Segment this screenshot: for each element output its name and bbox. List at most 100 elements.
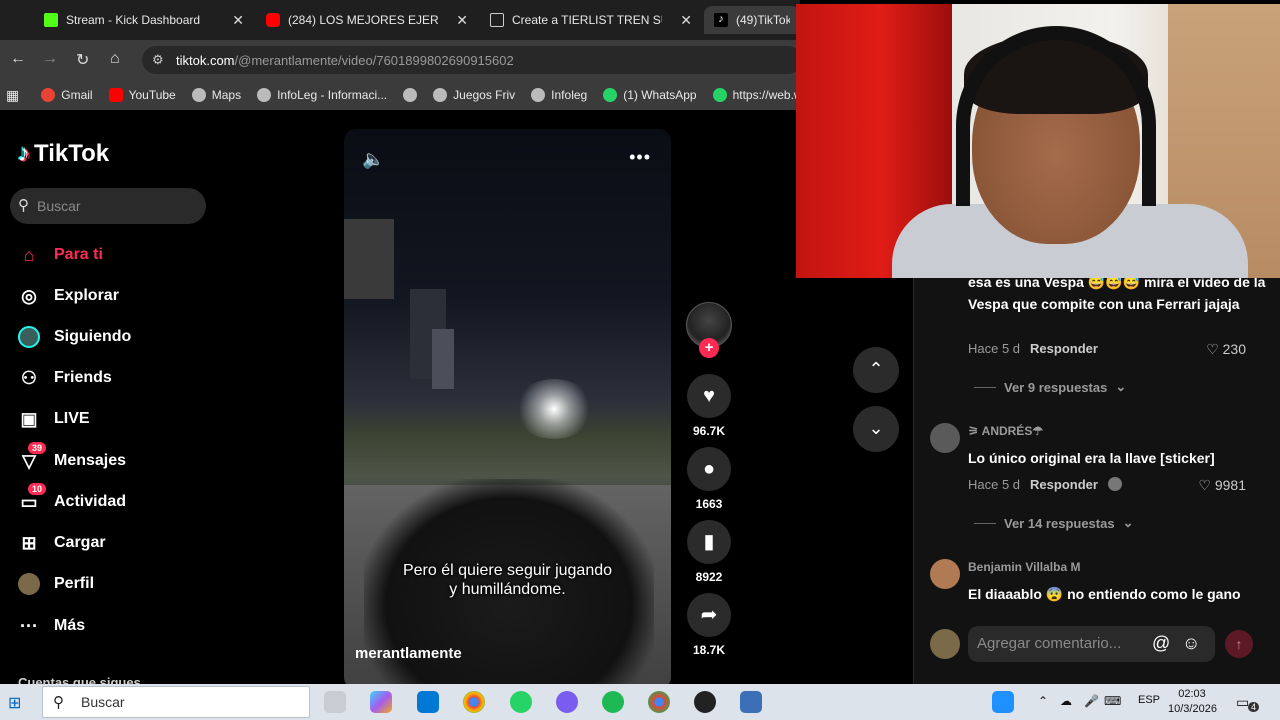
apps-grid-icon[interactable]: ▦ bbox=[6, 87, 19, 104]
tiktok-logo[interactable]: ♪ TikTok bbox=[18, 140, 109, 168]
previous-video-button[interactable]: ⌃ bbox=[853, 347, 899, 393]
chrome-icon[interactable] bbox=[463, 691, 485, 713]
task-view-icon[interactable] bbox=[324, 691, 346, 713]
address-bar[interactable]: ⚙ tiktok.com/@merantlamente/video/760189… bbox=[142, 46, 802, 74]
next-video-button[interactable]: ⌄ bbox=[853, 406, 899, 452]
language-indicator[interactable]: ESP bbox=[1138, 694, 1160, 706]
sidebar-item-live[interactable]: ▣ LIVE bbox=[18, 408, 89, 430]
tab-kick-dashboard[interactable]: Stream - Kick Dashboard ✕ bbox=[34, 6, 250, 34]
site-info-icon[interactable]: ⚙ bbox=[152, 52, 164, 68]
sidebar-item-cargar[interactable]: ⊞ Cargar bbox=[18, 532, 105, 554]
kick-icon bbox=[44, 13, 58, 27]
microphone-icon[interactable]: 🎤 bbox=[1084, 694, 1099, 708]
sidebar-item-perfil[interactable]: Perfil bbox=[18, 573, 94, 595]
video-editor-icon[interactable] bbox=[740, 691, 762, 713]
close-tab-icon[interactable]: ✕ bbox=[680, 12, 692, 29]
sidebar-item-para-ti[interactable]: ⌂ Para ti bbox=[18, 244, 103, 266]
youtube-icon bbox=[108, 88, 123, 102]
tab-tiktok[interactable]: ♪ (49)TikTok - bbox=[704, 6, 800, 34]
bookmark-youtube[interactable]: YouTube bbox=[108, 88, 176, 102]
more-options-icon[interactable]: ••• bbox=[629, 147, 651, 168]
discord-icon[interactable] bbox=[556, 691, 578, 713]
bookmark-friv[interactable]: Juegos Friv bbox=[433, 88, 515, 102]
reply-button[interactable]: Responder bbox=[1030, 477, 1098, 492]
browser-toolbar: ← → ↻ ⌂ ⚙ tiktok.com/@merantlamente/vide… bbox=[0, 40, 802, 80]
search-input[interactable]: ⚲ Buscar bbox=[10, 188, 206, 224]
video-player[interactable]: 🔈 ••• Pero él quiere seguir jugando y hu… bbox=[344, 129, 671, 689]
reload-icon[interactable]: ↻ bbox=[76, 50, 89, 70]
taskbar-search[interactable]: ⚲ Buscar bbox=[42, 686, 310, 718]
share-button[interactable]: ➦ 18.7K bbox=[686, 593, 732, 657]
network-icon[interactable]: ☁ bbox=[1060, 694, 1072, 708]
sidebar-item-explorar[interactable]: ◎ Explorar bbox=[18, 285, 119, 307]
view-replies-button[interactable]: Ver 14 respuestas ⌄ bbox=[974, 515, 1133, 531]
bookmark-web-whatsapp[interactable]: https://web.w bbox=[712, 88, 803, 102]
sidebar-item-mensajes[interactable]: ▽ 39 Mensajes bbox=[18, 442, 126, 472]
bookmark-gmail[interactable]: Gmail bbox=[41, 88, 93, 102]
copilot-icon[interactable] bbox=[370, 691, 392, 713]
add-comment-input[interactable]: Agregar comentario... @ ☺ bbox=[968, 626, 1215, 662]
keyboard-icon[interactable]: ⌨ bbox=[1104, 694, 1121, 708]
divider bbox=[974, 386, 996, 388]
sidebar-item-siguiendo[interactable]: Siguiendo bbox=[18, 326, 131, 348]
back-icon[interactable]: ← bbox=[10, 50, 26, 68]
tab-tierlist[interactable]: Create a TIERLIST TREN SUPERIOR ✕ bbox=[480, 6, 698, 34]
view-replies-label: Ver 9 respuestas bbox=[1004, 379, 1108, 395]
bookmark-infoleg[interactable]: InfoLeg - Informaci... bbox=[257, 88, 387, 102]
tiktok-note-icon: ♪ bbox=[18, 140, 30, 167]
app-icon[interactable] bbox=[694, 691, 716, 713]
comment-username[interactable]: ⚞ ANDRÉS☂ bbox=[968, 424, 1043, 438]
emoji-icon[interactable]: ☺ bbox=[1182, 633, 1200, 654]
forward-icon[interactable]: → bbox=[42, 50, 58, 68]
tab-youtube[interactable]: (284) LOS MEJORES EJERCICIOS ✕ bbox=[256, 6, 474, 34]
video-author[interactable]: merantlamente bbox=[355, 645, 462, 662]
bookmark-whatsapp[interactable]: (1) WhatsApp bbox=[603, 88, 697, 102]
commenter-avatar[interactable] bbox=[930, 559, 960, 589]
comment-age: Hace 5 d bbox=[968, 477, 1021, 492]
sidebar-item-mas[interactable]: ··· Más bbox=[18, 615, 85, 637]
whatsapp-icon[interactable] bbox=[510, 691, 532, 713]
mention-icon[interactable]: @ bbox=[1152, 633, 1170, 654]
windows-start-icon[interactable]: ⊞ bbox=[8, 693, 21, 713]
reply-button[interactable]: Responder bbox=[1030, 341, 1098, 356]
close-tab-icon[interactable]: ✕ bbox=[232, 12, 244, 29]
tab-title: Create a TIERLIST TREN SUPERIOR bbox=[512, 13, 662, 27]
post-comment-button[interactable]: ↑ bbox=[1225, 630, 1253, 658]
home-icon[interactable]: ⌂ bbox=[110, 50, 120, 68]
whatsapp-icon bbox=[603, 88, 618, 102]
comment-button[interactable]: ● 1663 bbox=[686, 447, 732, 511]
bookmark-maps[interactable]: Maps bbox=[191, 88, 241, 102]
system-clock[interactable]: 02:03 10/3/2026 bbox=[1168, 687, 1217, 717]
arrow-up-icon: ↑ bbox=[1235, 636, 1243, 652]
video-caption-line2: y humillándome. bbox=[449, 581, 566, 598]
sidebar-item-friends[interactable]: ⚇ Friends bbox=[18, 367, 112, 389]
more-dots-icon: ··· bbox=[20, 615, 38, 636]
volume-icon[interactable]: 🔈 bbox=[362, 149, 384, 170]
chevron-up-icon[interactable]: ⌃ bbox=[1038, 694, 1048, 708]
view-replies-button[interactable]: Ver 9 respuestas ⌄ bbox=[974, 379, 1126, 395]
comment-username[interactable]: Benjamin Villalba M bbox=[968, 560, 1080, 574]
whatsapp-icon bbox=[712, 88, 727, 102]
comment-like-count: 9981 bbox=[1214, 477, 1246, 493]
commenter-avatar[interactable] bbox=[930, 423, 960, 453]
follow-plus-icon[interactable]: + bbox=[699, 338, 719, 358]
comment-like-button[interactable]: ♡ 230 bbox=[1206, 341, 1246, 358]
bookmark-infoleg-2[interactable]: Infoleg bbox=[531, 88, 587, 102]
logo-text: TikTok bbox=[34, 140, 110, 167]
save-button[interactable]: ▮ 8922 bbox=[686, 520, 732, 584]
divider bbox=[974, 522, 996, 524]
comment-like-button[interactable]: ♡ 9981 bbox=[1198, 477, 1246, 494]
bookmarks-bar: ▦ Gmail YouTube Maps InfoLeg - Informaci… bbox=[0, 80, 803, 110]
like-button[interactable]: ♥ 96.7K bbox=[686, 374, 732, 438]
outlook-icon[interactable] bbox=[417, 691, 439, 713]
taskbar-search-placeholder: Buscar bbox=[81, 694, 125, 710]
bookmark-unnamed[interactable] bbox=[403, 88, 418, 102]
close-tab-icon[interactable]: ✕ bbox=[456, 12, 468, 29]
chrome-profile-icon[interactable] bbox=[648, 691, 670, 713]
globe-icon bbox=[433, 88, 448, 102]
tray-app-icon[interactable] bbox=[992, 691, 1014, 713]
search-icon: ⚲ bbox=[18, 197, 29, 214]
spotify-icon[interactable] bbox=[602, 691, 624, 713]
bookmark-label: Infoleg bbox=[551, 88, 588, 102]
sidebar-item-actividad[interactable]: ▭ 10 Actividad bbox=[18, 483, 126, 513]
